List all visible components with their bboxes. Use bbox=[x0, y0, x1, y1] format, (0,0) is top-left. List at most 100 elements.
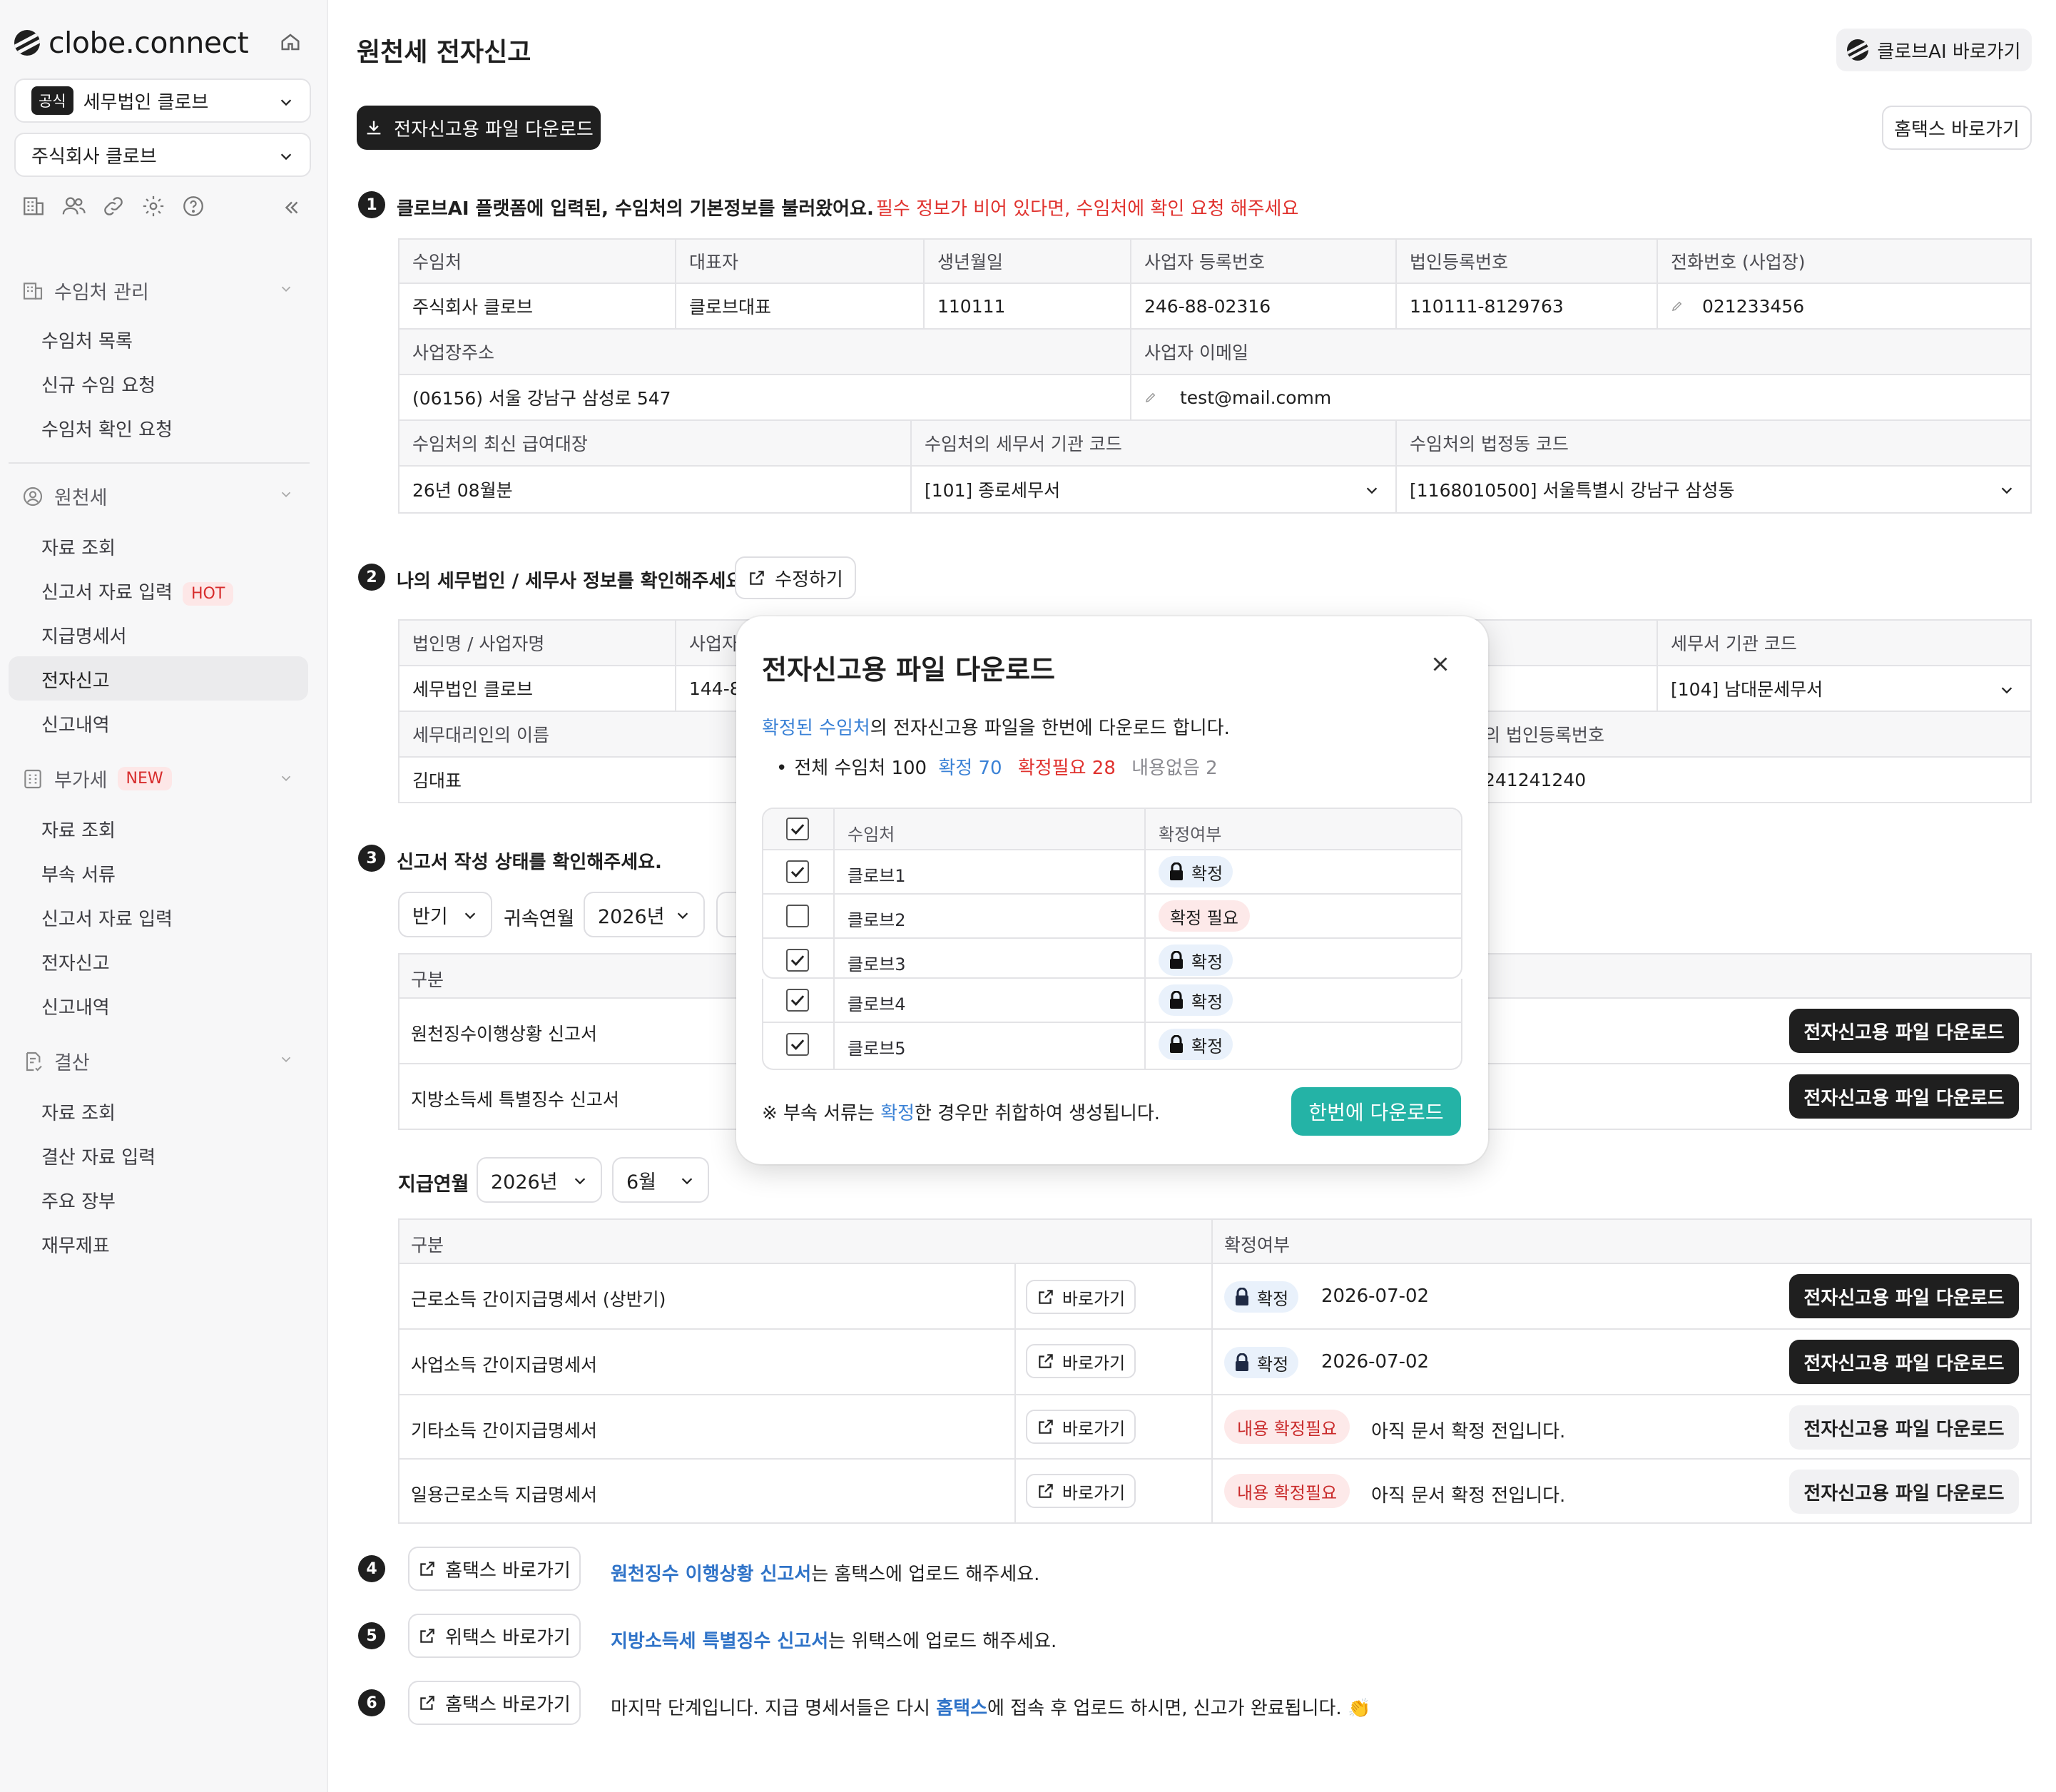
nav-item-vat-input[interactable]: 신고서 자료 입력 bbox=[41, 905, 173, 931]
nav-section-closing[interactable]: 결산 bbox=[21, 1047, 291, 1075]
modal-summary: • 전체 수임처 100 확정 70 확정필요 28 내용없음 2 bbox=[776, 758, 1218, 779]
step-number: 3 bbox=[358, 845, 385, 872]
step1-warning: 필수 정보가 비어 있다면, 수임처에 확인 요청 해주세요 bbox=[876, 198, 1299, 220]
external-link-icon bbox=[420, 1562, 434, 1576]
page-title: 원천세 전자신고 bbox=[357, 38, 531, 67]
close-icon[interactable] bbox=[1428, 652, 1452, 676]
step-number: 1 bbox=[358, 191, 385, 218]
home-icon[interactable] bbox=[280, 31, 301, 53]
building-icon[interactable] bbox=[21, 194, 46, 218]
goto-button[interactable]: 바로가기 bbox=[1026, 1280, 1136, 1314]
row-checkbox[interactable] bbox=[786, 905, 809, 927]
row-checkbox[interactable] bbox=[786, 1033, 809, 1056]
status-badge-confirmed: 확정 bbox=[1159, 984, 1233, 1016]
nav-item-client-list[interactable]: 수임처 목록 bbox=[41, 327, 133, 353]
pay-year-select[interactable]: 2026년 bbox=[477, 1157, 602, 1203]
nav-section-vat[interactable]: 부가세 NEW bbox=[21, 765, 291, 793]
column-divider bbox=[833, 809, 835, 977]
clobe-ai-button[interactable]: 클로브AI 바로가기 bbox=[1836, 29, 2032, 71]
step5-link[interactable]: 지방소득세 특별징수 신고서 bbox=[611, 1631, 828, 1652]
hometax-button[interactable]: 홈택스 바로가기 bbox=[1882, 106, 2032, 150]
legal-dong-value: [1168010500] 서울특별시 강남구 삼성동 bbox=[1410, 480, 1735, 501]
users-icon[interactable] bbox=[61, 194, 86, 218]
legal-dong-select[interactable]: [1168010500] 서울특별시 강남구 삼성동 bbox=[1397, 467, 2032, 514]
firm-tax-office-select[interactable]: [104] 남대문세무서 bbox=[1658, 666, 2032, 712]
step4-link[interactable]: 원천징수 이행상황 신고서 bbox=[611, 1564, 811, 1585]
chevron-down-icon bbox=[281, 1057, 291, 1063]
chevron-down-icon bbox=[1366, 487, 1378, 494]
tax-office-select[interactable]: [101] 종로세무서 bbox=[912, 467, 1397, 514]
nav-item-vat-attachments[interactable]: 부속 서류 bbox=[41, 860, 116, 887]
report-download-button[interactable]: 전자신고용 파일 다운로드 bbox=[1789, 1009, 2019, 1053]
nav-item-filing-history[interactable]: 신고내역 bbox=[41, 711, 110, 737]
step-number: 4 bbox=[358, 1555, 385, 1582]
edit-button[interactable]: 수정하기 bbox=[735, 556, 856, 599]
row-checkbox[interactable] bbox=[786, 860, 809, 883]
goto-button[interactable]: 바로가기 bbox=[1026, 1344, 1136, 1378]
download-file-button[interactable]: 전자신고용 파일 다운로드 bbox=[357, 106, 601, 150]
nav-item-e-filing[interactable]: 전자신고 bbox=[41, 666, 110, 693]
external-link-icon bbox=[1039, 1290, 1053, 1304]
hometax-final-button[interactable]: 홈택스 바로가기 bbox=[408, 1681, 581, 1725]
download-all-button[interactable]: 한번에 다운로드 bbox=[1291, 1087, 1461, 1136]
hometax-link-button[interactable]: 홈택스 바로가기 bbox=[408, 1547, 581, 1591]
nav-item-ledgers[interactable]: 주요 장부 bbox=[41, 1187, 116, 1213]
help-icon[interactable] bbox=[181, 194, 205, 218]
confirmed-clients-link[interactable]: 확정된 수임처 bbox=[762, 718, 870, 739]
nav-section-clients[interactable]: 수임처 관리 bbox=[21, 277, 291, 305]
chevron-down-icon bbox=[464, 912, 476, 920]
nav-item-report-input[interactable]: 신고서 자료 입력 HOT bbox=[41, 578, 234, 606]
summary-confirmed: 확정 70 bbox=[938, 758, 1002, 779]
select-all-checkbox[interactable] bbox=[786, 818, 809, 840]
wetax-link-button[interactable]: 위택스 바로가기 bbox=[408, 1614, 581, 1658]
logo-text: clobe.connect bbox=[49, 26, 249, 60]
chevron-down-icon bbox=[2001, 487, 2012, 494]
nav-item-data-lookup[interactable]: 자료 조회 bbox=[41, 534, 116, 560]
row-checkbox[interactable] bbox=[786, 989, 809, 1012]
report-download-button[interactable]: 전자신고용 파일 다운로드 bbox=[1789, 1074, 2019, 1119]
nav-item-vat-lookup[interactable]: 자료 조회 bbox=[41, 816, 116, 842]
company-select[interactable]: 주식회사 클로브 bbox=[14, 133, 311, 177]
modal-client-table-lower: 클로브4 확정 클로브5 확정 bbox=[762, 979, 1462, 1070]
external-link-icon bbox=[1039, 1354, 1053, 1368]
collapse-sidebar-icon[interactable] bbox=[281, 197, 302, 218]
nav-item-closing-lookup[interactable]: 자료 조회 bbox=[41, 1099, 116, 1125]
phone-cell[interactable]: 021233456 bbox=[1658, 284, 2032, 330]
table-header-cell: 수임처의 법정동 코드 bbox=[1397, 421, 2032, 467]
goto-label: 바로가기 bbox=[1062, 1418, 1126, 1439]
logo[interactable]: clobe.connect bbox=[14, 26, 249, 60]
email-cell[interactable]: test@mail.comm bbox=[1131, 375, 2032, 421]
step6-text: 마지막 단계입니다. 지급 명세서들은 다시 홈택스에 접속 후 업로드 하시면… bbox=[611, 1694, 1370, 1720]
wetax-link-label: 위택스 바로가기 bbox=[445, 1626, 571, 1649]
nav-item-new-request[interactable]: 신규 수임 요청 bbox=[41, 371, 156, 397]
nav-item-vat-e-filing[interactable]: 전자신고 bbox=[41, 949, 110, 975]
nav-item-financial-statements[interactable]: 재무제표 bbox=[41, 1231, 110, 1258]
row-divider bbox=[398, 1458, 2032, 1460]
goto-button[interactable]: 바로가기 bbox=[1026, 1410, 1136, 1444]
step6-link[interactable]: 홈택스 bbox=[936, 1698, 987, 1719]
row-checkbox[interactable] bbox=[786, 949, 809, 972]
attribution-year-select[interactable]: 2026년 bbox=[584, 892, 705, 937]
firm-select[interactable]: 공식 세무법인 클로브 bbox=[14, 78, 311, 123]
table-header-cell: 수임처의 최신 급여대장 bbox=[400, 421, 912, 467]
statement-download-button[interactable]: 전자신고용 파일 다운로드 bbox=[1789, 1340, 2019, 1384]
statement-download-button-disabled[interactable]: 전자신고용 파일 다운로드 bbox=[1789, 1470, 2019, 1514]
statement-download-button-disabled[interactable]: 전자신고용 파일 다운로드 bbox=[1789, 1405, 2019, 1450]
nav-section-withholding[interactable]: 원천세 bbox=[21, 482, 291, 510]
link-icon[interactable] bbox=[101, 194, 126, 218]
nav-item-confirm-request[interactable]: 수임처 확인 요청 bbox=[41, 415, 173, 442]
statement-download-button[interactable]: 전자신고용 파일 다운로드 bbox=[1789, 1274, 2019, 1318]
period-select[interactable]: 반기 bbox=[398, 892, 492, 937]
report-name: 원천징수이행상황 신고서 bbox=[411, 1024, 597, 1044]
modal-row: 클로브1 확정 bbox=[763, 850, 1461, 895]
nav-item-payment-statement[interactable]: 지급명세서 bbox=[41, 622, 127, 648]
nav-item-vat-history[interactable]: 신고내역 bbox=[41, 993, 110, 1019]
pay-month-select[interactable]: 6월 bbox=[612, 1157, 709, 1203]
footnote-link[interactable]: 확정 bbox=[880, 1103, 915, 1124]
report-name: 지방소득세 특별징수 신고서 bbox=[411, 1089, 619, 1110]
goto-button[interactable]: 바로가기 bbox=[1026, 1474, 1136, 1508]
nav-item-closing-input[interactable]: 결산 자료 입력 bbox=[41, 1143, 156, 1169]
modal-row: 클로브3 확정 bbox=[763, 939, 1461, 977]
gear-icon[interactable] bbox=[141, 194, 166, 218]
step4-instruction: 는 홈택스에 업로드 해주세요. bbox=[811, 1564, 1040, 1585]
